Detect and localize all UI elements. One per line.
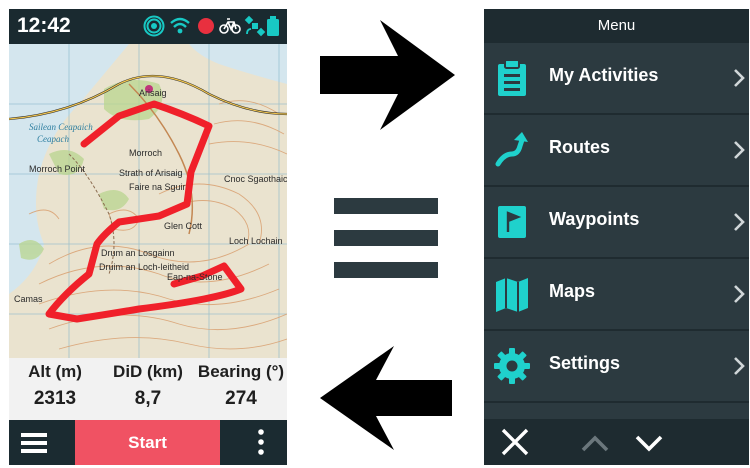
chevron-up-icon[interactable] <box>580 432 610 454</box>
bearing-field[interactable]: Bearing (°) 274 <box>195 358 287 410</box>
place-label: Morroch Point <box>29 164 86 174</box>
distance-field[interactable]: DiD (km) 8,7 <box>102 358 194 410</box>
field-value: 2313 <box>33 388 77 409</box>
water-label: Ceapach <box>37 134 69 144</box>
menu-item-label: My Activities <box>549 65 659 85</box>
place-label: Morroch <box>129 148 162 158</box>
menu-button[interactable] <box>9 420 75 465</box>
field-value: 8,7 <box>134 388 162 409</box>
status-bar: 12:42 <box>9 9 287 44</box>
clipboard-icon <box>498 59 526 96</box>
recording-dot-icon <box>198 18 214 34</box>
menu-footer <box>484 419 749 465</box>
satellite-icon <box>244 15 266 37</box>
water-label: Sailean Ceapaich <box>29 122 93 132</box>
hamburger-icon <box>21 433 47 453</box>
chevron-down-icon[interactable] <box>634 432 664 454</box>
menu-item-settings[interactable]: Settings <box>484 331 749 403</box>
place-label: Eap-na-Stone <box>167 272 223 282</box>
menu-item-label: Settings <box>549 353 621 373</box>
menu-item-label: Routes <box>549 137 611 157</box>
chevron-right-icon <box>734 357 745 375</box>
bottom-bar: Start <box>9 420 287 465</box>
bike-icon <box>219 18 241 34</box>
altitude-field[interactable]: Alt (m) 2313 <box>9 358 101 410</box>
place-label: Faire na Sguir <box>129 182 186 192</box>
menu-item-waypoints[interactable]: Waypoints <box>484 187 749 259</box>
place-label: Glen Cott <box>164 221 203 231</box>
signal-icon <box>143 15 165 37</box>
more-vertical-icon <box>258 429 264 455</box>
place-label: Drum an Losgainn <box>101 248 175 258</box>
place-label: Camas <box>14 294 43 304</box>
menu-item-label: Maps <box>549 281 596 301</box>
menu-screen: Menu My Activities Routes Waypoints Maps… <box>484 9 749 465</box>
menu-title: Menu <box>484 9 749 43</box>
field-label: DiD (km) <box>113 362 183 381</box>
place-label: Strath of Arisaig <box>119 168 183 178</box>
place-label: Arisaig <box>139 88 167 98</box>
close-icon[interactable] <box>498 425 532 459</box>
place-label: Cnoc Sgaothaich <box>224 174 287 184</box>
more-options-button[interactable] <box>220 420 287 465</box>
arrow-left-icon <box>320 346 452 450</box>
waypoint-flag-icon <box>498 206 526 238</box>
battery-icon <box>267 16 279 36</box>
field-label: Alt (m) <box>28 362 82 381</box>
map-screen: 12:42 Arisaig Morroch Strath of Arisaig … <box>9 9 287 465</box>
place-label: Druim an Loch-leitheid <box>99 262 189 272</box>
hamburger-icon <box>334 198 438 278</box>
field-value: 274 <box>225 388 257 409</box>
data-fields-panel: Alt (m) 2313 DiD (km) 8,7 Bearing (°) 27… <box>9 358 287 420</box>
menu-item-maps[interactable]: Maps <box>484 259 749 331</box>
menu-item-routes[interactable]: Routes <box>484 115 749 187</box>
map-view[interactable]: Arisaig Morroch Strath of Arisaig Faire … <box>9 44 287 358</box>
menu-item-label: Waypoints <box>549 209 640 229</box>
gear-icon <box>494 348 530 384</box>
chevron-right-icon <box>734 141 745 159</box>
map-icon <box>496 278 528 312</box>
route-icon <box>495 132 528 167</box>
topographic-map[interactable]: Arisaig Morroch Strath of Arisaig Faire … <box>9 44 287 358</box>
menu-item-my-activities[interactable]: My Activities <box>484 43 749 115</box>
status-time: 12:42 <box>17 14 71 37</box>
chevron-right-icon <box>734 285 745 303</box>
place-label: Loch Lochain <box>229 236 283 246</box>
arrow-right-icon <box>320 20 455 130</box>
chevron-right-icon <box>734 213 745 231</box>
wifi-icon <box>170 17 190 34</box>
start-button[interactable]: Start <box>75 420 220 465</box>
chevron-right-icon <box>734 69 745 87</box>
field-label: Bearing (°) <box>197 362 285 381</box>
